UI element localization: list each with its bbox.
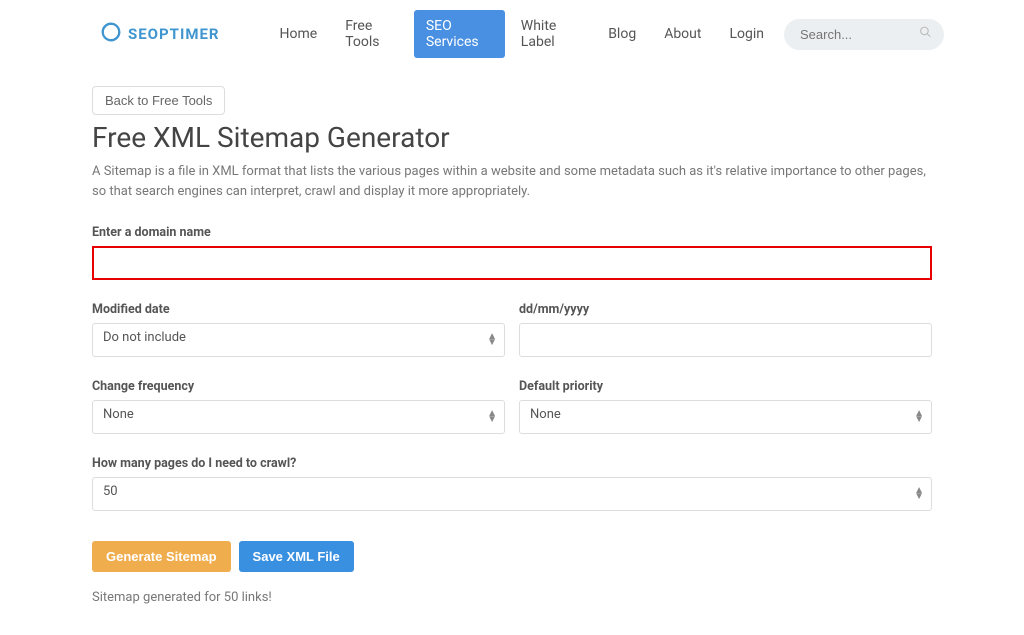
nav-seo-services[interactable]: SEO Services [414,10,505,58]
top-nav: SEOPTIMER Home Free Tools SEO Services W… [0,0,1024,68]
nav-white-label[interactable]: White Label [509,10,592,58]
domain-input[interactable] [92,246,932,280]
change-frequency-select[interactable]: None [92,400,505,434]
default-priority-label: Default priority [519,379,932,394]
generate-sitemap-button[interactable]: Generate Sitemap [92,541,231,572]
nav-blog[interactable]: Blog [596,18,648,50]
search-container [784,19,944,50]
main-content: Back to Free Tools Free XML Sitemap Gene… [92,86,932,635]
date-format-label: dd/mm/yyyy [519,302,932,317]
nav-free-tools[interactable]: Free Tools [333,10,410,58]
search-icon [919,26,932,43]
pages-label: How many pages do I need to crawl? [92,456,932,471]
domain-label: Enter a domain name [92,225,932,240]
save-xml-button[interactable]: Save XML File [239,541,354,572]
logo-icon [100,21,122,47]
modified-date-label: Modified date [92,302,505,317]
change-frequency-label: Change frequency [92,379,505,394]
date-input[interactable] [519,323,932,357]
default-priority-select[interactable]: None [519,400,932,434]
nav-login[interactable]: Login [717,18,776,50]
page-title: Free XML Sitemap Generator [92,121,932,154]
brand-logo[interactable]: SEOPTIMER [100,21,220,47]
status-text: Sitemap generated for 50 links! [92,590,932,605]
nav-about[interactable]: About [652,18,713,50]
back-button[interactable]: Back to Free Tools [92,86,225,115]
pages-select[interactable]: 50 [92,477,932,511]
brand-name: SEOPTIMER [128,25,220,43]
modified-date-select[interactable]: Do not include [92,323,505,357]
nav-home[interactable]: Home [268,18,330,50]
nav-links: Home Free Tools SEO Services White Label… [268,10,776,58]
page-description: A Sitemap is a file in XML format that l… [92,162,932,201]
